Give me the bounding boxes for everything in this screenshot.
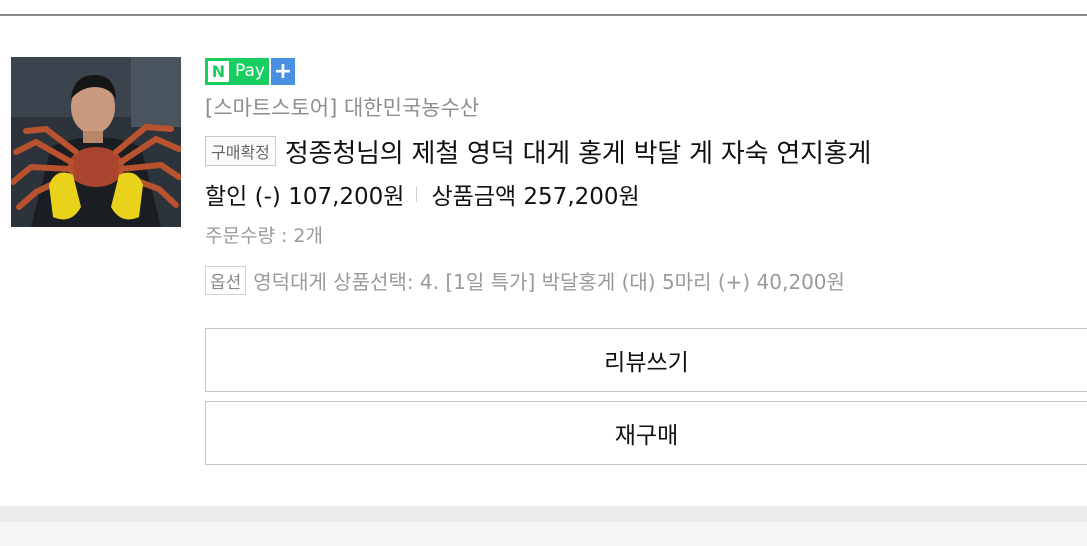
option-badge: 옵션 [205,265,247,295]
option-text: 영덕대게 상품선택: 4. [1일 특가] 박달홍게 (대) 5마리 (+) 4… [253,269,845,294]
write-review-button[interactable]: 리뷰쓰기 [205,328,1087,392]
plus-icon: + [270,58,295,85]
product-thumbnail[interactable] [11,57,181,227]
product-name[interactable]: 정종청님의 제철 영덕 대게 홍게 박달 게 자숙 연지홍게 [285,133,872,170]
status-badge: 구매확정 [205,136,276,166]
option-row: 옵션 영덕대게 상품선택: 4. [1일 특가] 박달홍게 (대) 5마리 (+… [205,264,1087,296]
npay-text: Pay [235,61,265,81]
npay-plus-badge: N Pay + [205,58,1087,85]
section-divider [0,506,1087,546]
price-separator [416,186,418,202]
price-row: 할인 (-) 107,200원 상품금액 257,200원 [205,177,1087,211]
rebuy-button[interactable]: 재구매 [205,401,1087,465]
product-title-row: 구매확정 정종청님의 제철 영덕 대게 홍게 박달 게 자숙 연지홍게 [205,132,1087,170]
store-name[interactable]: [스마트스토어] 대한민국농수산 [205,95,1087,121]
npay-logo: N Pay [205,58,269,85]
npay-n-icon: N [208,61,229,82]
order-item-card: N Pay + [스마트스토어] 대한민국농수산 구매확정 정종청님의 제철 영… [0,16,1087,506]
discount-amount: 할인 (-) 107,200원 [205,184,405,210]
order-info: N Pay + [스마트스토어] 대한민국농수산 구매확정 정종청님의 제철 영… [205,58,1087,296]
product-photo-crab [11,57,181,227]
section-divider-line [0,506,1087,522]
product-amount: 상품금액 257,200원 [431,184,640,210]
order-quantity: 주문수량 : 2개 [205,225,323,247]
